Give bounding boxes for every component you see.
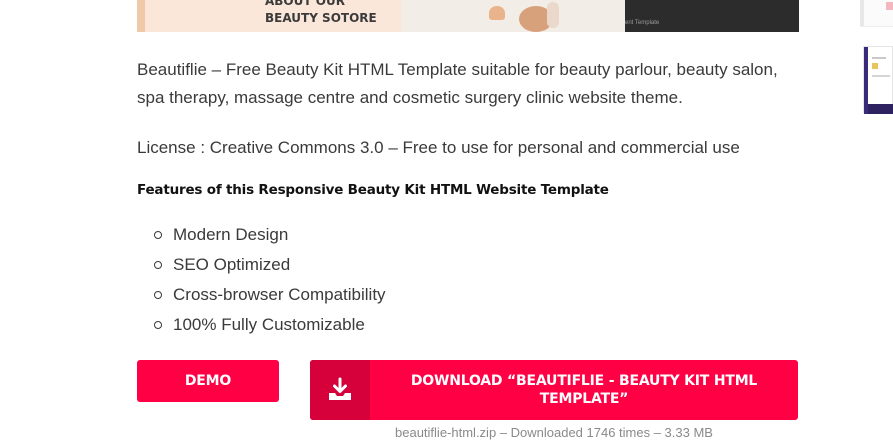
circle-bullet-icon bbox=[154, 321, 162, 329]
product-tube-image bbox=[547, 2, 559, 28]
download-tray-icon bbox=[329, 377, 351, 400]
download-button[interactable]: DOWNLOAD “BEAUTIFLIE - BEAUTY KIT HTML T… bbox=[310, 360, 798, 420]
feature-label: SEO Optimized bbox=[173, 255, 291, 274]
template-description: Beautiflie – Free Beauty Kit HTML Templa… bbox=[137, 60, 778, 107]
feature-label: Modern Design bbox=[173, 225, 289, 244]
preview-panel-products bbox=[401, 0, 625, 32]
circle-bullet-icon bbox=[154, 261, 162, 269]
preview-about-label: ABOUT OUR BEAUTY SOTORE bbox=[265, 0, 377, 25]
list-item: Modern Design bbox=[137, 220, 386, 250]
circle-bullet-icon bbox=[154, 291, 162, 299]
thumbnail-decor bbox=[872, 75, 890, 77]
thumbnail-decor bbox=[868, 104, 893, 114]
circle-bullet-icon bbox=[154, 231, 162, 239]
feature-label: 100% Fully Customizable bbox=[173, 315, 365, 334]
thumbnail-decor bbox=[886, 2, 893, 10]
list-item: SEO Optimized bbox=[137, 250, 386, 280]
list-item: Cross-browser Compatibility bbox=[137, 280, 386, 310]
download-icon-box bbox=[310, 360, 370, 420]
license-text: License : Creative Commons 3.0 – Free to… bbox=[137, 138, 740, 157]
download-meta: beautiflie-html.zip – Downloaded 1746 ti… bbox=[395, 425, 713, 440]
list-item: 100% Fully Customizable bbox=[137, 310, 386, 340]
preview-small-text: ent Template bbox=[625, 20, 660, 26]
feature-label: Cross-browser Compatibility bbox=[173, 285, 386, 304]
preview-panel-about: ABOUT OUR BEAUTY SOTORE bbox=[137, 0, 401, 32]
demo-button[interactable]: DEMO bbox=[137, 360, 279, 402]
thumbnail-decor bbox=[872, 63, 878, 69]
features-list: Modern Design SEO Optimized Cross-browse… bbox=[137, 220, 386, 340]
features-heading: Features of this Responsive Beauty Kit H… bbox=[137, 182, 609, 198]
sidebar-thumbnail[interactable] bbox=[860, 0, 893, 27]
product-jar-image bbox=[489, 6, 505, 20]
preview-decor bbox=[137, 0, 145, 32]
sidebar-thumbnail[interactable] bbox=[863, 46, 893, 114]
thumbnail-decor bbox=[872, 57, 886, 59]
thumbnail-decor bbox=[860, 0, 864, 26]
preview-panel-dark: ent Template bbox=[625, 0, 799, 32]
download-button-label: DOWNLOAD “BEAUTIFLIE - BEAUTY KIT HTML T… bbox=[410, 373, 758, 407]
template-preview-image[interactable]: ABOUT OUR BEAUTY SOTORE ent Template bbox=[137, 0, 799, 32]
